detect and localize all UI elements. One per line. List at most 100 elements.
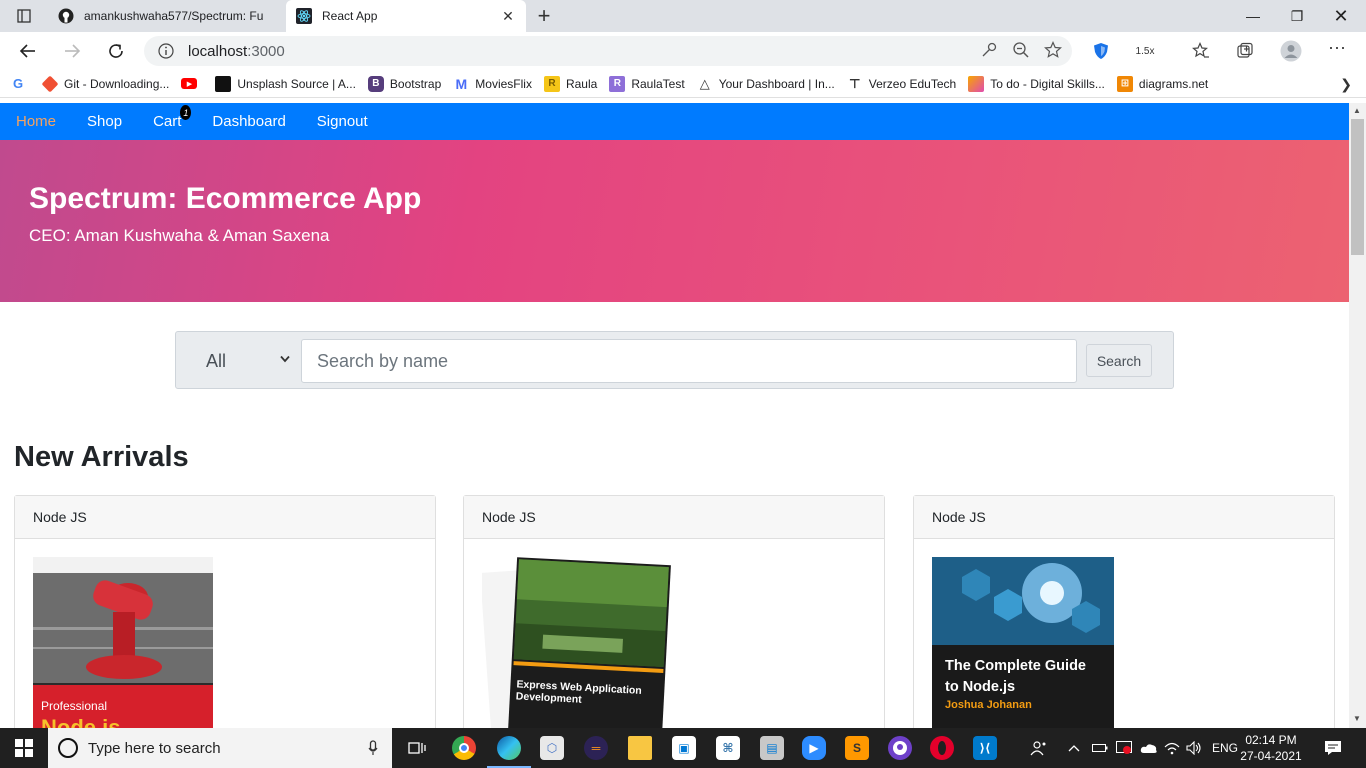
new-tab-button[interactable]: + — [532, 3, 556, 28]
control-panel-icon[interactable]: ▤ — [760, 736, 784, 760]
people-icon[interactable] — [1030, 728, 1048, 768]
youtube-icon: ▶ — [181, 78, 198, 89]
taskbar-search-placeholder: Type here to search — [88, 739, 221, 757]
notifications-icon[interactable] — [1324, 728, 1342, 768]
google-icon: G — [12, 76, 24, 91]
nav-cart[interactable]: Cart 1 — [153, 105, 192, 130]
product-card[interactable]: Node JS Professional Node.js — [14, 495, 436, 728]
clock[interactable]: 02:14 PM 27-04-2021 — [1240, 732, 1302, 764]
onedrive-icon[interactable] — [1140, 728, 1158, 768]
scroll-down-icon[interactable]: ▼ — [1353, 714, 1361, 723]
store-icon[interactable]: ▣ — [672, 736, 696, 760]
search-input[interactable]: Search by name — [301, 339, 1077, 383]
bookmark-todo[interactable]: To do - Digital Skills... — [968, 75, 1105, 92]
search-bar: All Search by name Search — [175, 331, 1174, 389]
bookmark-dashboard[interactable]: △ Your Dashboard | In... — [697, 76, 835, 92]
bookmark-label: Your Dashboard | In... — [718, 76, 835, 91]
product-image[interactable]: The Complete Guide to Node.js Joshua Joh… — [932, 557, 1114, 728]
bookmark-diagrams[interactable]: ⊞ diagrams.net — [1116, 75, 1209, 92]
search-button[interactable]: Search — [1086, 344, 1152, 377]
github-icon — [58, 8, 74, 24]
python-icon[interactable]: ⌘ — [716, 736, 740, 760]
microphone-icon[interactable] — [368, 740, 378, 759]
git-icon — [41, 75, 59, 92]
collections-icon[interactable] — [1234, 40, 1256, 62]
bookmark-label: Raula — [565, 76, 598, 91]
page-scrollbar[interactable]: ▲ ▼ — [1349, 103, 1366, 728]
tab-title: React App — [322, 9, 378, 23]
volume-icon[interactable] — [1186, 728, 1202, 768]
file-explorer-icon[interactable] — [628, 736, 652, 760]
bookmark-git[interactable]: Git - Downloading... — [41, 75, 170, 92]
category-select[interactable]: All — [186, 340, 298, 382]
nav-shop[interactable]: Shop — [87, 113, 122, 130]
bookmarks-overflow-icon[interactable]: ❯ — [1340, 76, 1352, 93]
nav-home[interactable]: Home — [16, 113, 56, 130]
edge-icon[interactable] — [487, 736, 531, 768]
task-view-icon[interactable] — [405, 736, 429, 760]
product-card[interactable]: Node JS The Complete Guide to Node.js Jo… — [913, 495, 1335, 728]
back-button[interactable] — [16, 39, 40, 63]
start-button[interactable] — [0, 728, 48, 768]
vscode-icon[interactable]: ⟩⟨ — [973, 736, 997, 760]
bookmark-label: diagrams.net — [1138, 76, 1209, 91]
product-image[interactable]: Professional Node.js — [33, 557, 213, 728]
browser-toolbar: localhost:3000 1.5x ··· — [0, 32, 1366, 70]
box-app-icon[interactable]: ⬡ — [540, 736, 564, 760]
chrome-icon[interactable] — [452, 736, 476, 760]
nav-dashboard[interactable]: Dashboard — [212, 113, 285, 130]
add-favorite-icon[interactable] — [1044, 41, 1062, 59]
diagrams-icon: ⊞ — [1116, 75, 1133, 92]
language-indicator[interactable]: ENG — [1212, 728, 1238, 768]
page-title: Spectrum: Ecommerce App — [29, 182, 422, 215]
bookmark-google[interactable]: G — [10, 76, 32, 92]
taskbar-search[interactable]: Type here to search — [48, 728, 392, 768]
wifi-icon[interactable] — [1164, 728, 1180, 768]
restore-button[interactable]: ❐ — [1274, 0, 1320, 32]
refresh-button[interactable] — [104, 39, 128, 63]
product-card[interactable]: Node JS Express Web Application Developm… — [463, 495, 885, 728]
tab-actions-button[interactable] — [8, 5, 40, 27]
favorites-icon[interactable] — [1190, 40, 1212, 62]
minimize-button[interactable]: — — [1230, 0, 1276, 32]
key-icon[interactable] — [980, 41, 998, 59]
close-tab-icon[interactable]: ✕ — [500, 8, 516, 24]
zoom-level[interactable]: 1.5x — [1132, 40, 1158, 62]
tab-github[interactable]: amankushwaha577/Spectrum: Fu — [48, 0, 286, 32]
scroll-up-icon[interactable]: ▲ — [1353, 106, 1361, 115]
forward-arrow-icon — [65, 44, 81, 58]
shield-extension-icon[interactable] — [1090, 40, 1112, 62]
taskbar: Type here to search ⬡ ═ ▣ ⌘ ▤ ▶ S ⟩⟨ ENG… — [0, 728, 1366, 768]
product-image[interactable]: Express Web Application Development — [482, 557, 672, 728]
react-icon — [296, 8, 312, 24]
nav-signout[interactable]: Signout — [317, 113, 368, 130]
close-window-button[interactable]: ✕ — [1318, 0, 1364, 32]
windows-icon — [15, 739, 33, 757]
opera-icon[interactable] — [930, 736, 954, 760]
bookmark-bootstrap[interactable]: B Bootstrap — [367, 75, 441, 92]
sublime-icon[interactable]: S — [845, 736, 869, 760]
security-alert-icon[interactable] — [1116, 728, 1132, 768]
bookmark-raulatest[interactable]: R RaulaTest — [609, 75, 685, 92]
tab-react-app[interactable]: React App ✕ — [286, 0, 526, 32]
bookmark-unsplash[interactable]: Unsplash Source | A... — [215, 75, 356, 92]
battery-icon[interactable] — [1092, 728, 1108, 768]
github-desktop-icon[interactable] — [888, 736, 912, 760]
address-bar[interactable]: localhost:3000 — [144, 36, 1072, 66]
show-hidden-icons[interactable] — [1068, 728, 1080, 768]
bookmark-verzeo[interactable]: ⊤ Verzeo EduTech — [847, 76, 956, 92]
eclipse-icon[interactable]: ═ — [584, 736, 608, 760]
zoom-icon[interactable]: ▶ — [802, 736, 826, 760]
bookmark-youtube[interactable]: ▶ — [181, 78, 203, 89]
info-icon[interactable] — [158, 43, 174, 59]
forward-button[interactable] — [60, 39, 84, 63]
zoom-out-icon[interactable] — [1012, 41, 1030, 59]
scrollbar-thumb[interactable] — [1351, 119, 1364, 255]
more-menu-icon[interactable]: ··· — [1326, 36, 1348, 58]
bookmark-moviesflix[interactable]: M MoviesFlix — [453, 76, 532, 92]
cover-title-2: Node.js — [41, 715, 120, 728]
bookmark-label: Git - Downloading... — [64, 76, 170, 91]
bookmark-raula[interactable]: R Raula — [543, 75, 598, 92]
profile-avatar-icon[interactable] — [1280, 40, 1302, 62]
product-category: Node JS — [914, 496, 1334, 539]
